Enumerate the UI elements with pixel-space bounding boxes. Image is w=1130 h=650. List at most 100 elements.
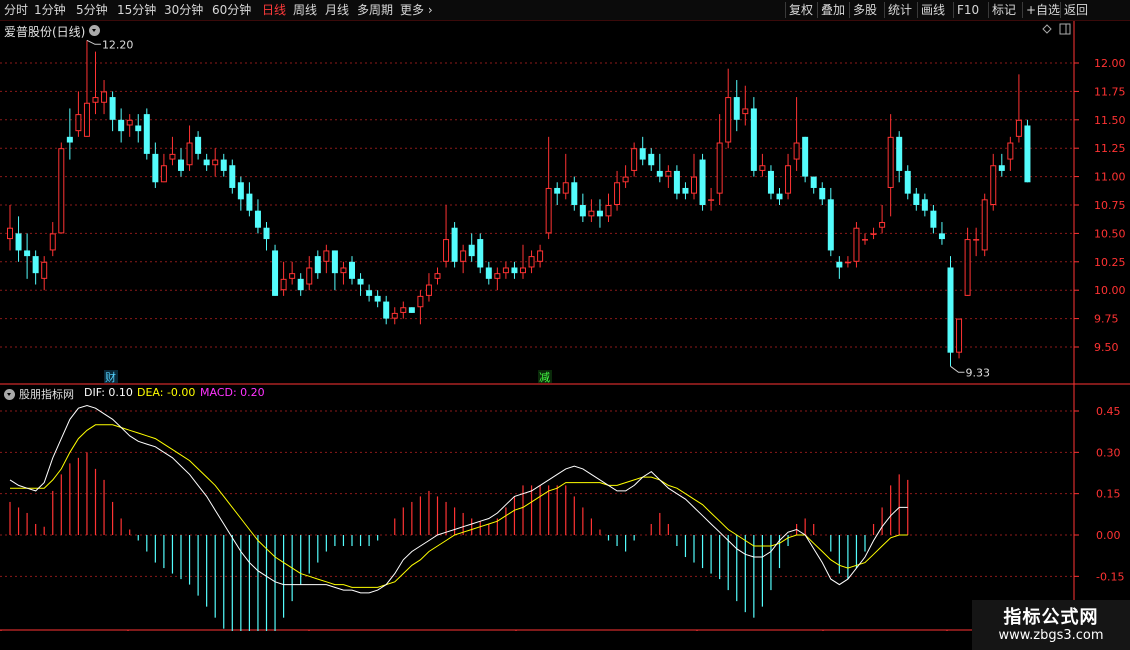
dea-value: DEA: -0.00 [137, 386, 196, 399]
candle-body-up [973, 239, 980, 241]
candle-body-up [870, 233, 877, 235]
periods-7[interactable]: 周线 [293, 1, 317, 19]
watermark-title: 指标公式网 [1003, 607, 1099, 628]
candle-body-up [708, 199, 715, 201]
candle-body-down [24, 250, 31, 257]
tools-8[interactable]: 返回 [1064, 1, 1088, 19]
macd-tick-label: 0.00 [1096, 529, 1121, 542]
candle-body-down [836, 261, 843, 268]
periods-8[interactable]: 月线 [325, 1, 349, 19]
tools-4[interactable]: 画线 [921, 1, 945, 19]
candle-body-down [118, 119, 125, 132]
candle-body-down [810, 176, 817, 188]
high-label: 12.20 [102, 38, 134, 51]
periods-0[interactable]: 分时 [4, 1, 28, 19]
periods-3[interactable]: 15分钟 [117, 1, 156, 19]
candle-body-down [195, 136, 202, 154]
candle-body-down [913, 193, 920, 205]
tools-3[interactable]: 统计 [888, 1, 912, 19]
low-pointer [950, 365, 965, 373]
tools-6[interactable]: 标记 [992, 1, 1016, 19]
candle-body-up [7, 227, 13, 240]
stock-title: 爱普股份(日线) [4, 25, 86, 39]
candle-body-up [716, 142, 723, 194]
stock-menu-dropdown-icon[interactable] [89, 25, 100, 36]
toolbar-separator [884, 2, 885, 18]
candle-body-up [631, 148, 638, 171]
candle-body-up [887, 136, 894, 188]
toolbar-separator [785, 2, 786, 18]
toolbar-separator [849, 2, 850, 18]
tools-5[interactable]: F10 [957, 1, 979, 19]
candle-body-up [785, 165, 792, 194]
candle-body-up [537, 250, 544, 262]
candle-body-up [990, 165, 997, 206]
price-tick-label: 11.50 [1094, 114, 1126, 127]
candle-body-down [408, 307, 415, 313]
candle-body-down [579, 205, 586, 217]
candle-body-up [323, 250, 330, 262]
candle-body-up [793, 142, 800, 160]
toolbar: 分时 1分钟 5分钟 15分钟 30分钟 60分钟 日线 周线 月线 多周期 更多 › 复权 叠加 多股统… [0, 0, 1130, 21]
candle-body-up [759, 165, 766, 171]
periods-1[interactable]: 1分钟 [34, 1, 66, 19]
candle-body-up [494, 273, 501, 279]
candle-body-down [152, 153, 159, 183]
candle-body-up [1015, 119, 1022, 137]
candle-body-up [742, 108, 749, 115]
dea-line [10, 424, 908, 588]
periods-5[interactable]: 60分钟 [212, 1, 251, 19]
candle-body-up [956, 318, 963, 353]
tools-1[interactable]: 叠加 [821, 1, 845, 19]
candle-body-up [981, 199, 988, 251]
candle-body-down [229, 165, 236, 188]
diamond-icon [1042, 24, 1052, 34]
candle-body-down [374, 295, 381, 302]
candle-body-up [605, 205, 612, 217]
periods-6[interactable]: 日线 [262, 1, 286, 19]
candle-body-up [725, 97, 732, 143]
low-label: 9.33 [966, 366, 991, 379]
candle-body-down [237, 182, 244, 200]
candle-body-up [417, 295, 424, 308]
candle-body-down [32, 256, 39, 274]
tools-2[interactable]: 多股 [853, 1, 877, 19]
candle-body-down [349, 261, 355, 279]
candle-body-up [280, 278, 287, 291]
candle-body-down [383, 301, 390, 319]
price-tick-label: 11.25 [1094, 142, 1126, 155]
periods-4[interactable]: 30分钟 [164, 1, 203, 19]
periods-2[interactable]: 5分钟 [76, 1, 108, 19]
indicator-menu-dropdown-icon[interactable] [4, 389, 15, 400]
tools-7[interactable]: +自选 [1026, 1, 1060, 19]
candle-body-down [682, 187, 689, 194]
candle-body-up [434, 273, 441, 279]
periods-10[interactable]: 更多 › [400, 1, 433, 19]
price-tick-label: 9.50 [1094, 341, 1119, 354]
candle-body-down [109, 97, 116, 120]
price-tick-label: 10.50 [1094, 227, 1126, 240]
candle-body-down [1024, 125, 1031, 183]
candle-body-down [938, 233, 945, 240]
candle-body-up [126, 119, 133, 126]
candle-body-down [135, 125, 142, 132]
toolbar-separator [953, 2, 954, 18]
tools-0[interactable]: 复权 [789, 1, 813, 19]
candle-body-up [75, 114, 82, 132]
candle-body-down [904, 170, 911, 194]
chart-canvas: 12.00 11.75 11.50 11.25 11.00 10.75 10.50 10.25… [0, 21, 1130, 631]
candle-body-down [254, 210, 261, 228]
candle-body-up [83, 102, 90, 137]
candle-body-up [1007, 142, 1014, 160]
candle-body-up [691, 176, 697, 194]
periods-9[interactable]: 多周期 [357, 1, 393, 19]
candle-body-up [614, 182, 621, 205]
toolbar-separator [817, 2, 818, 18]
candle-body-down [366, 290, 373, 296]
candle-body-up [545, 187, 552, 234]
candle-body-down [357, 278, 364, 285]
candle-body-down [639, 148, 646, 160]
candle-body-down [468, 244, 475, 257]
candle-body-up [622, 176, 629, 183]
candle-body-up [289, 273, 296, 279]
